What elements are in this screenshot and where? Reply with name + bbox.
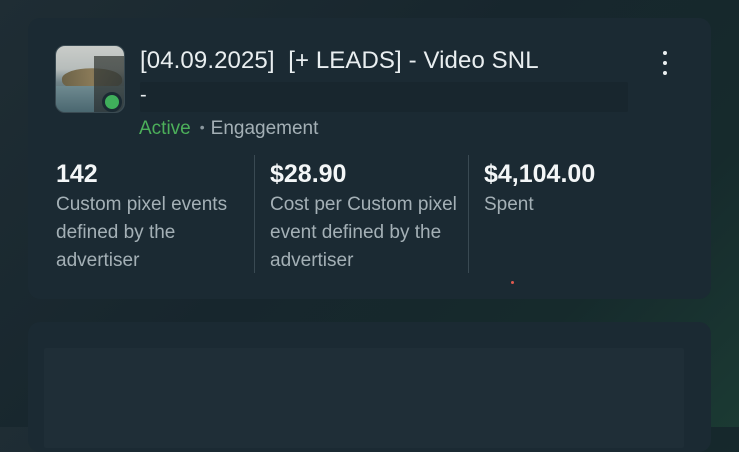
active-status-dot-icon <box>102 92 122 112</box>
campaign-title-continuation: - <box>140 82 628 112</box>
metric-value: 142 <box>56 160 98 188</box>
metric-value: $28.90 <box>270 160 347 188</box>
metric-cost-per-result[interactable]: $28.90 Cost per Custom pixel event defin… <box>270 159 465 275</box>
metric-results[interactable]: 142 Custom pixel events defined by the a… <box>56 159 256 275</box>
objective-label: Engagement <box>210 118 319 139</box>
next-campaign-card[interactable] <box>28 322 711 452</box>
next-campaign-content <box>44 348 684 448</box>
metric-value: $4,104.00 <box>484 160 596 188</box>
more-dot <box>663 51 667 55</box>
more-dot <box>663 71 667 75</box>
status-separator: • <box>199 119 205 135</box>
campaign-title-continuation-text: - <box>140 84 147 106</box>
status-label: Active <box>139 118 191 139</box>
more-options-icon[interactable] <box>658 51 672 75</box>
campaign-status-row: Active • Engagement <box>139 118 318 140</box>
more-dot <box>663 61 667 65</box>
indicator-dot <box>511 281 514 284</box>
campaign-card[interactable]: [04.09.2025] [+ LEADS] - Video SNL - Act… <box>28 18 711 299</box>
metric-label: Custom pixel events defined by the adver… <box>56 194 228 271</box>
metric-spent[interactable]: $4,104.00 Spent <box>484 159 674 219</box>
metric-divider <box>254 155 255 273</box>
metric-label: Spent <box>484 194 534 215</box>
metric-divider <box>468 155 469 273</box>
metric-label: Cost per Custom pixel event defined by t… <box>270 194 457 271</box>
campaign-title[interactable]: [04.09.2025] [+ LEADS] - Video SNL <box>140 47 539 75</box>
